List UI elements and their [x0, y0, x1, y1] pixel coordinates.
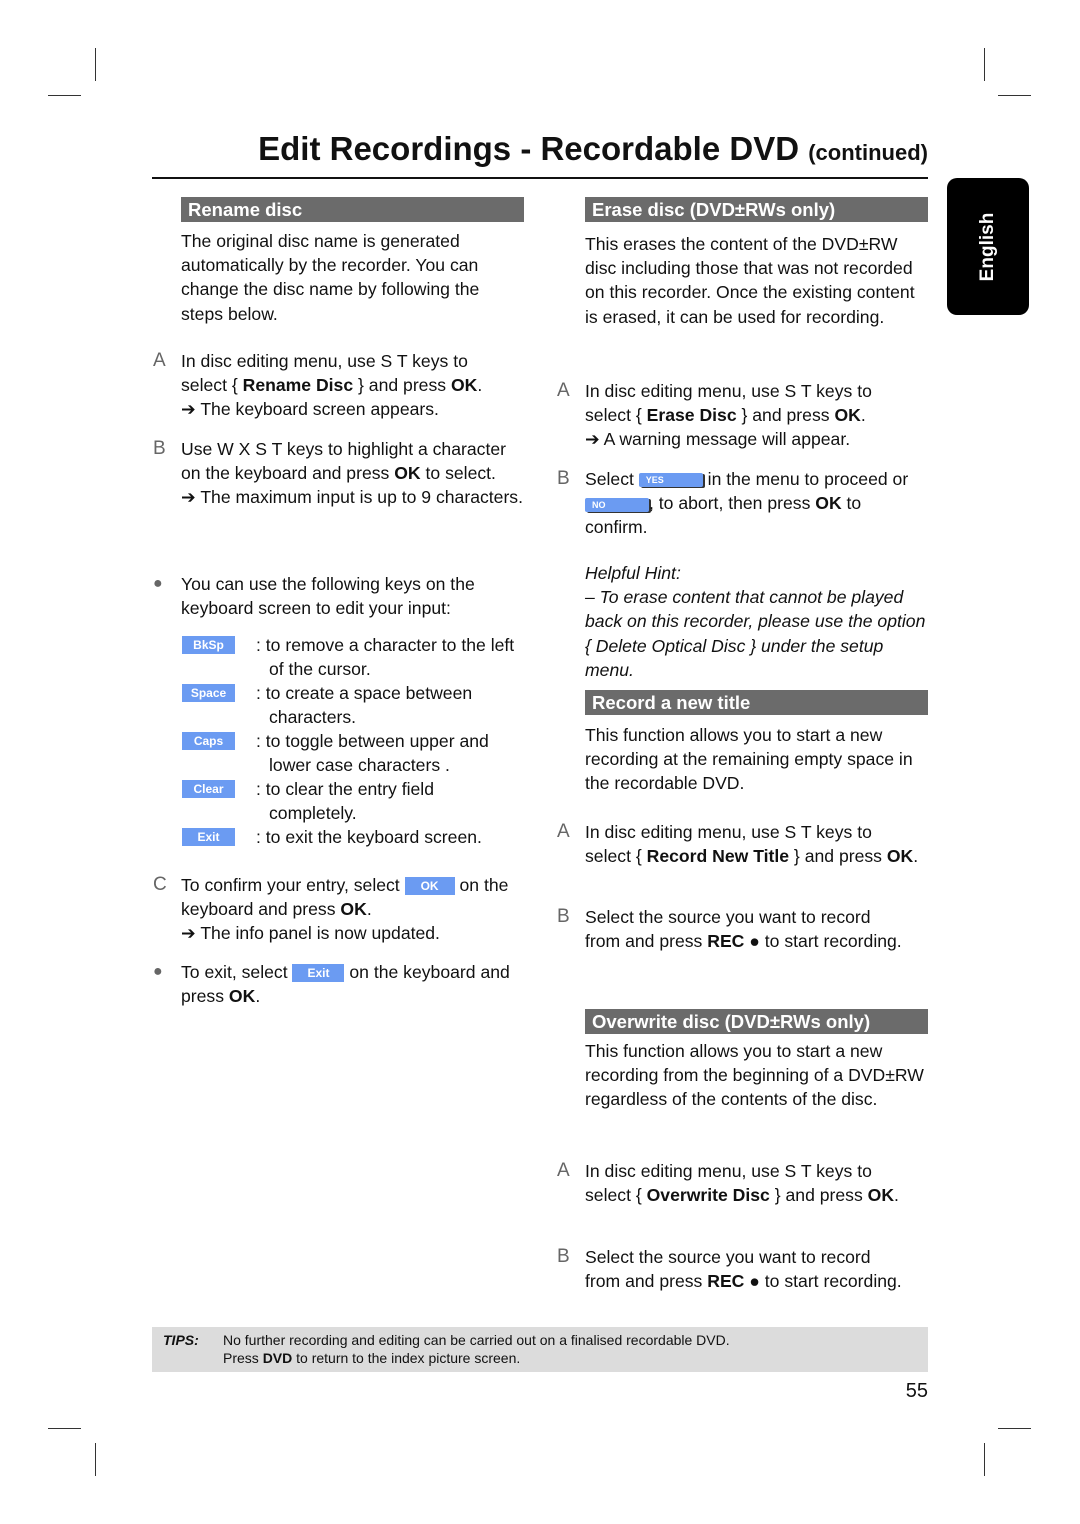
- step-label: A: [557, 1160, 570, 1181]
- step-label: A: [557, 821, 570, 842]
- rename-bullet-keys: You can use the following keys on the ke…: [181, 574, 475, 619]
- helpful-hint: Helpful Hint: – To erase content that can…: [585, 563, 926, 680]
- crop-mark: [998, 95, 1031, 96]
- crop-mark: [95, 48, 96, 81]
- crop-mark: [984, 48, 985, 81]
- overwrite-intro: This function allows you to start a new …: [585, 1041, 924, 1110]
- arrow-icon: ➔: [585, 429, 604, 450]
- step-label: A: [557, 380, 570, 401]
- rename-bullet-exit: To exit, select Exit on the keyboard and…: [181, 962, 510, 1007]
- section-heading-overwrite-disc: Overwrite disc (DVD±RWs only): [585, 1009, 928, 1034]
- crop-mark: [984, 1443, 985, 1476]
- arrow-icon: ➔: [181, 487, 201, 508]
- crop-mark: [48, 95, 81, 96]
- rename-step-a: In disc editing menu, use S T keys to se…: [181, 351, 483, 420]
- crop-mark: [95, 1443, 96, 1476]
- overwrite-step-b: Select the source you want to record fro…: [585, 1247, 902, 1292]
- crop-mark: [48, 1428, 81, 1429]
- arrow-icon: ➔: [181, 399, 201, 420]
- page-title: Edit Recordings - Recordable DVD (contin…: [258, 130, 928, 167]
- bullet-icon: ●: [153, 575, 163, 592]
- caps-key-button: Caps: [182, 732, 235, 750]
- section-heading-erase-disc: Erase disc (DVD±RWs only): [585, 197, 928, 222]
- language-tab: English: [947, 178, 1029, 315]
- tips-label: TIPS:: [163, 1332, 199, 1348]
- step-label: A: [153, 350, 166, 371]
- record-intro: This function allows you to start a new …: [585, 725, 913, 794]
- step-label: B: [557, 1246, 570, 1267]
- bksp-key-button: BkSp: [182, 636, 235, 654]
- tips-text: No further recording and editing can be …: [223, 1332, 730, 1366]
- ok-key-button: OK: [404, 877, 455, 896]
- rename-step-b: Use W X S T keys to highlight a characte…: [181, 439, 523, 508]
- step-label: B: [557, 906, 570, 927]
- step-label: C: [153, 874, 167, 895]
- exit-key-button: Exit: [182, 828, 235, 846]
- section-heading-record-new-title: Record a new title: [585, 690, 928, 715]
- exit-key-button: Exit: [292, 964, 345, 983]
- crop-mark: [998, 1428, 1031, 1429]
- erase-step-a: In disc editing menu, use S T keys to se…: [585, 381, 872, 450]
- step-label: B: [153, 438, 166, 459]
- space-key-button: Space: [182, 684, 235, 702]
- erase-step-b: Select YES in the menu to proceed or NO,…: [585, 469, 909, 538]
- tips-box: TIPS: No further recording and editing c…: [152, 1327, 928, 1372]
- clear-key-button: Clear: [182, 780, 235, 798]
- arrow-icon: ➔: [181, 923, 201, 944]
- bullet-icon: ●: [153, 963, 163, 980]
- record-step-b: Select the source you want to record fro…: [585, 907, 902, 952]
- yes-button: YES: [638, 473, 703, 488]
- record-step-a: In disc editing menu, use S T keys to se…: [585, 822, 919, 867]
- step-label: B: [557, 468, 570, 489]
- rename-intro: The original disc name is generated auto…: [181, 231, 480, 324]
- no-button: NO: [585, 497, 649, 512]
- overwrite-step-a: In disc editing menu, use S T keys to se…: [585, 1161, 899, 1206]
- rename-step-c: To confirm your entry, select OK on the …: [181, 875, 509, 944]
- page-number: 55: [905, 1380, 928, 1402]
- title-rule: [152, 177, 928, 179]
- erase-intro: This erases the content of the DVD±RW di…: [585, 234, 915, 327]
- section-heading-rename-disc: Rename disc: [181, 197, 524, 222]
